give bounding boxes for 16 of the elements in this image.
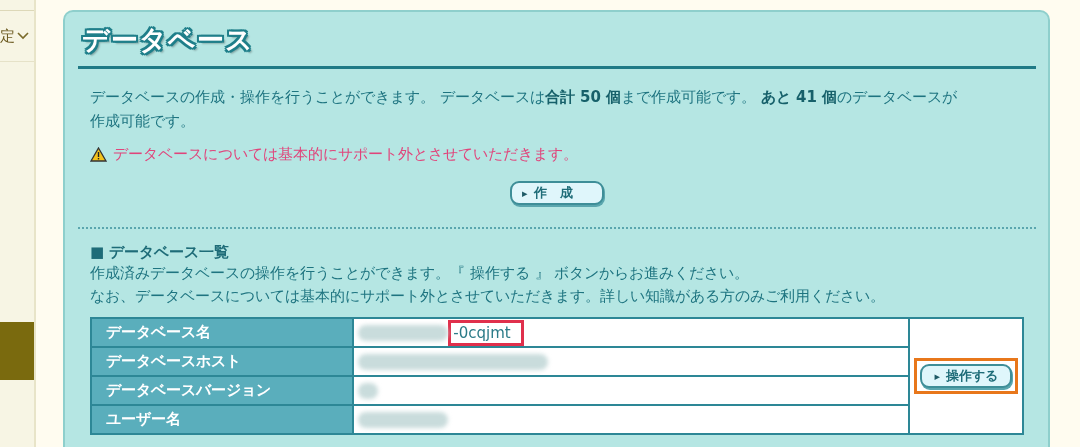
database-name: -0cqjmt <box>448 319 524 346</box>
panel-title: データベース <box>81 23 255 57</box>
row-label: データベースホスト <box>91 347 354 376</box>
warning-text: データベースについては基本的にサポート外とさせていただきます。 <box>113 145 578 164</box>
row-label: データベース名 <box>91 318 354 347</box>
row-label: ユーザー名 <box>91 405 354 434</box>
chevron-down-icon[interactable] <box>17 32 29 40</box>
row-label: データベースバージョン <box>91 376 354 405</box>
note-text: なお、データベースについては基本的にサポート外とさせていただきます。詳しい知識がある方のみご利用ください。 <box>90 286 886 307</box>
operate-button[interactable]: ▸ 操作する <box>920 364 1012 388</box>
sidebar-item[interactable]: 定 <box>0 26 15 46</box>
create-button[interactable]: ▸ 作 成 <box>510 181 604 205</box>
warning-icon <box>90 147 107 162</box>
section-heading: ■ データベース一覧 <box>90 243 231 262</box>
intro-text: データベースの作成・操作を行うことができます。 データベースは合計 50 個まで作成可能です。 あと 41 個のデータベースが作成可能です。 <box>90 87 959 132</box>
note-text: 作成済みデータベースの操作を行うことができます。『 操作する 』 ボタンからお進みください。 <box>90 263 751 284</box>
